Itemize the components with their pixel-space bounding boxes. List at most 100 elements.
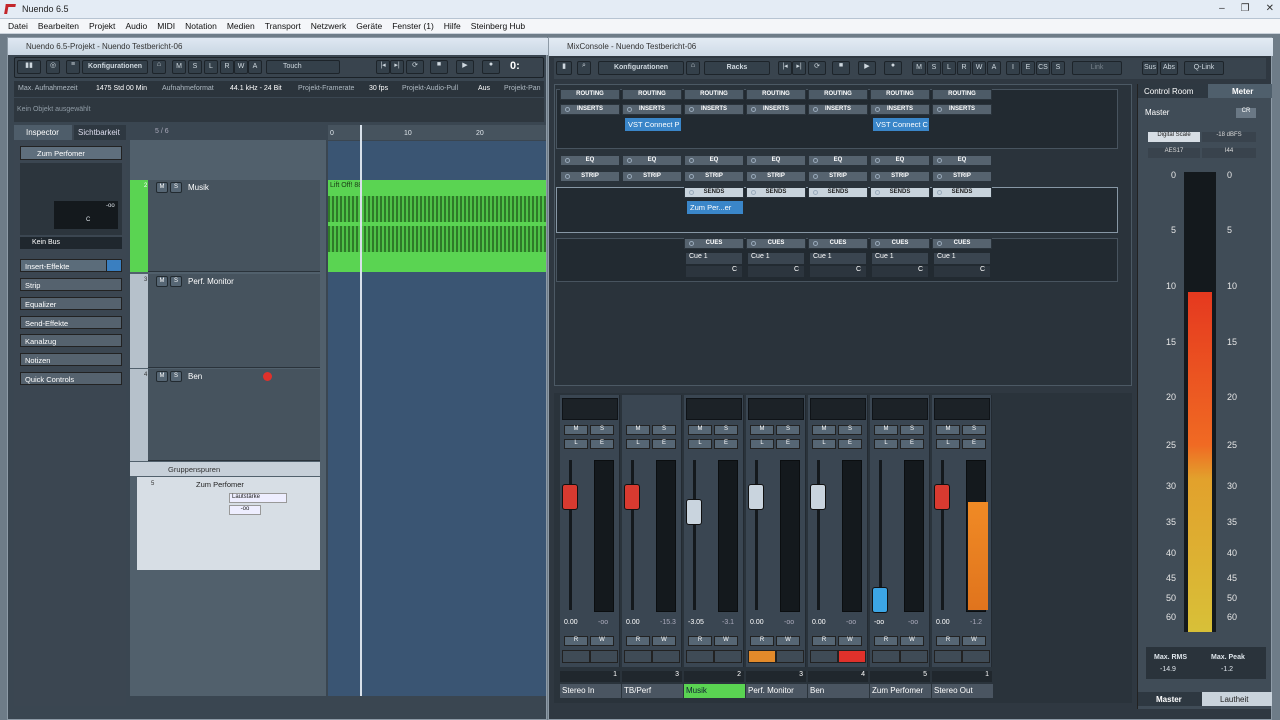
rack-power-icon[interactable]	[813, 107, 818, 112]
menu-fenster[interactable]: Fenster (1)	[392, 21, 434, 31]
channel-solo-button[interactable]: S	[776, 425, 800, 435]
record-enable-button[interactable]	[652, 650, 680, 663]
monitor-button[interactable]	[562, 650, 590, 663]
cycle-icon[interactable]: ⟳	[808, 61, 826, 75]
menu-medien[interactable]: Medien	[227, 21, 255, 31]
rack-power-icon[interactable]	[565, 174, 570, 179]
record-enable-icon[interactable]	[263, 372, 272, 381]
pan-control[interactable]	[686, 398, 742, 420]
menu-notation[interactable]: Notation	[185, 21, 217, 31]
rack-power-icon[interactable]	[813, 190, 818, 195]
pan-control[interactable]	[934, 398, 990, 420]
rack-routing-header[interactable]: ROUTING	[622, 89, 682, 100]
tab-sichtbarkeit[interactable]: Sichtbarkeit	[74, 125, 126, 140]
channel-mute-button[interactable]: M	[688, 425, 712, 435]
channel-name[interactable]: Musik	[684, 684, 745, 698]
volume-fader[interactable]	[562, 484, 578, 510]
menu-steinberg-hub[interactable]: Steinberg Hub	[471, 21, 525, 31]
tab-control-room[interactable]: Control Room	[1138, 84, 1208, 98]
rack-power-icon[interactable]	[875, 107, 880, 112]
cycle-icon[interactable]: ⟳	[406, 60, 424, 74]
channel-edit-button[interactable]: E	[900, 439, 924, 449]
output-routing[interactable]: Kein Bus	[20, 237, 122, 249]
channel-solo-button[interactable]: S	[652, 425, 676, 435]
channel-solo-button[interactable]: S	[714, 425, 738, 435]
solo-button[interactable]: S	[170, 182, 182, 193]
cue-send-slot[interactable]: Cue 1	[748, 253, 804, 264]
go-to-end-icon[interactable]: ▸|	[390, 60, 404, 74]
section-kanalzug[interactable]: Kanalzug	[20, 334, 122, 347]
rack-power-icon[interactable]	[937, 174, 942, 179]
link-button[interactable]: Link	[1072, 61, 1122, 75]
channel-listen-button[interactable]: L	[688, 439, 712, 449]
rack-power-icon[interactable]	[751, 174, 756, 179]
cue-send-slot[interactable]: Cue 1	[810, 253, 866, 264]
rack-power-icon[interactable]	[565, 158, 570, 163]
rack-power-icon[interactable]	[689, 190, 694, 195]
listen-toggle[interactable]: L	[204, 60, 218, 74]
channel-edit-button[interactable]: E	[652, 439, 676, 449]
channel-mute-button[interactable]: M	[750, 425, 774, 435]
channel-listen-button[interactable]: L	[812, 439, 836, 449]
rack-power-icon[interactable]	[751, 190, 756, 195]
section-insert-effekte[interactable]: Insert-Effekte	[20, 259, 108, 272]
rack-power-icon[interactable]	[751, 158, 756, 163]
channel-name[interactable]: Stereo In	[560, 684, 621, 698]
rack-power-icon[interactable]	[689, 174, 694, 179]
channel-mute-button[interactable]: M	[936, 425, 960, 435]
rack-power-icon[interactable]	[751, 107, 756, 112]
write-button[interactable]: W	[838, 636, 862, 646]
channel-name[interactable]: Zum Perfomer	[870, 684, 931, 698]
play-icon[interactable]: ▶	[858, 61, 876, 75]
read-button[interactable]: R	[564, 636, 588, 646]
menu-netzwerk[interactable]: Netzwerk	[311, 21, 346, 31]
group-folder[interactable]: Gruppenspuren	[130, 462, 320, 476]
solo-button[interactable]: S	[170, 371, 182, 382]
monitor-button[interactable]	[624, 650, 652, 663]
digital-scale-button[interactable]: Digital Scale	[1148, 132, 1200, 142]
channel-listen-button[interactable]: L	[626, 439, 650, 449]
record-enable-button[interactable]	[900, 650, 928, 663]
rack-power-icon[interactable]	[937, 241, 942, 246]
tab-master[interactable]: Master	[1138, 692, 1202, 706]
playhead-cursor[interactable]	[360, 125, 362, 696]
go-to-start-icon[interactable]: |◂	[778, 61, 792, 75]
framerate-value[interactable]: 30 fps	[369, 85, 388, 92]
rack-power-icon[interactable]	[627, 107, 632, 112]
send-slot[interactable]: Zum Per...er	[687, 201, 743, 214]
rack-power-icon[interactable]	[751, 241, 756, 246]
monitor-button[interactable]	[810, 650, 838, 663]
channel-mute-button[interactable]: M	[812, 425, 836, 435]
track-musik[interactable]: 2 M S Musik	[130, 180, 320, 272]
settings-icon[interactable]: ◎	[46, 60, 60, 74]
track-name[interactable]: Zum Perfomer	[196, 480, 244, 489]
cs-bypass-toggle[interactable]: CS	[1036, 61, 1050, 75]
section-quick-controls[interactable]: Quick Controls	[20, 372, 122, 385]
volume-fader[interactable]	[934, 484, 950, 510]
rack-routing-header[interactable]: ROUTING	[932, 89, 992, 100]
pull-value[interactable]: Aus	[478, 85, 490, 92]
group-track[interactable]: 5 Zum Perfomer Lautstärke -oo	[137, 477, 320, 570]
cr-button[interactable]: CR	[1236, 108, 1256, 118]
pan-control[interactable]	[562, 398, 618, 420]
channel-name[interactable]: Stereo Out	[932, 684, 993, 698]
sends-bypass-toggle[interactable]: S	[1051, 61, 1065, 75]
channel-solo-button[interactable]: S	[590, 425, 614, 435]
record-enable-button[interactable]	[714, 650, 742, 663]
menu-transport[interactable]: Transport	[265, 21, 301, 31]
eq-bypass-toggle[interactable]: E	[1021, 61, 1035, 75]
record-enable-button[interactable]	[776, 650, 804, 663]
read-button[interactable]: R	[874, 636, 898, 646]
record-icon[interactable]: ●	[482, 60, 500, 74]
tab-lautheit[interactable]: Lautheit	[1202, 692, 1272, 706]
close-button[interactable]: ✕	[1266, 3, 1274, 14]
go-to-start-icon[interactable]: |◂	[376, 60, 390, 74]
read-toggle[interactable]: R	[220, 60, 234, 74]
channel-name[interactable]: Ben	[808, 684, 869, 698]
write-button[interactable]: W	[962, 636, 986, 646]
pan-control[interactable]	[872, 398, 928, 420]
rack-power-icon[interactable]	[813, 174, 818, 179]
channel-edit-button[interactable]: E	[714, 439, 738, 449]
menu-projekt[interactable]: Projekt	[89, 21, 115, 31]
qlink-button[interactable]: Q-Link	[1184, 61, 1224, 75]
